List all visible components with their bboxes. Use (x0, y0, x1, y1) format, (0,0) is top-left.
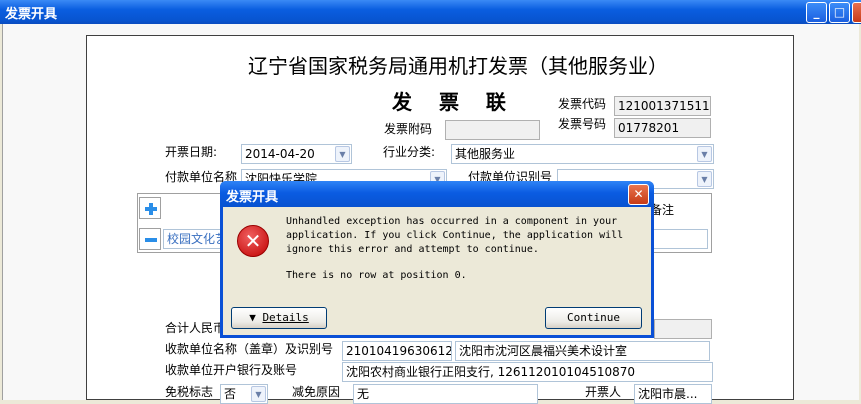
issuer-select[interactable]: 沈阳市晨... (634, 384, 712, 404)
tax-free-value: 否 (224, 387, 237, 401)
issuer-label: 开票人 (585, 385, 622, 399)
add-row-button[interactable] (139, 197, 161, 219)
industry-label: 行业分类: (383, 145, 436, 159)
details-button[interactable]: ▼ Details (231, 307, 327, 329)
invoice-title: 辽宁省国家税务局通用机打发票（其他服务业） (248, 54, 668, 78)
minimize-icon: _ (813, 5, 820, 19)
industry-value: 其他服务业 (455, 147, 516, 161)
dialog-body: ✕ Unhandled exception has occurred in a … (223, 207, 651, 335)
dialog-titlebar (220, 181, 654, 207)
window-title: 发票开具 (5, 7, 58, 22)
industry-select[interactable]: 其他服务业 ▼ (451, 144, 714, 164)
close-icon: ✕ (633, 187, 644, 201)
maximize-button[interactable]: □ (829, 2, 850, 23)
window-titlebar (0, 0, 861, 24)
payee-id-field[interactable]: 21010419630612... (342, 341, 452, 361)
chevron-down-icon[interactable]: ▼ (697, 171, 712, 187)
expand-triangle-icon: ▼ (249, 311, 263, 324)
tax-free-label: 免税标志 (165, 385, 214, 399)
invoice-code-label: 发票代码 (558, 97, 607, 111)
tax-free-select[interactable]: 否 ▼ (220, 384, 268, 404)
item-name-cell[interactable]: 校园文化艺 (163, 229, 223, 249)
attach-code-field[interactable] (445, 120, 540, 140)
chevron-down-icon[interactable]: ▼ (697, 146, 712, 162)
invoice-subtitle: 发 票 联 (392, 90, 516, 114)
details-label: Details (262, 311, 309, 324)
invoice-number-field[interactable]: 01778201 (614, 118, 711, 138)
continue-button[interactable]: Continue (545, 307, 642, 329)
dialog-close-button[interactable]: ✕ (628, 184, 649, 205)
reduce-reason-label: 减免原因 (292, 385, 341, 399)
minimize-button[interactable]: _ (806, 2, 827, 23)
error-detail: There is no row at position 0. (286, 270, 467, 281)
date-picker[interactable]: 2014-04-20 ▼ (241, 144, 352, 164)
remove-row-button[interactable] (139, 228, 161, 250)
total-label: 合计人民币 (165, 321, 226, 335)
note-field[interactable] (652, 229, 708, 249)
continue-label: Continue (567, 311, 620, 324)
chevron-down-icon[interactable]: ▼ (335, 146, 350, 162)
reduce-reason-field[interactable]: 无 (353, 384, 538, 404)
payee-label: 收款单位名称（盖章）及识别号 (165, 342, 334, 356)
date-label: 开票日期: (165, 145, 218, 159)
error-message: Unhandled exception has occurred in a co… (286, 216, 624, 255)
bank-field[interactable]: 沈阳农村商业银行正阳支行, 126112010104510870 (342, 362, 713, 382)
bank-label: 收款单位开户银行及账号 (165, 363, 298, 377)
error-dialog: 发票开具 ✕ ✕ Unhandled exception has occurre… (220, 181, 654, 338)
attach-code-label: 发票附码 (384, 122, 433, 136)
date-value: 2014-04-20 (245, 147, 315, 161)
payee-name-field[interactable]: 沈阳市沈河区晨福兴美术设计室 (455, 341, 710, 361)
error-icon: ✕ (237, 225, 269, 257)
minus-icon (145, 238, 157, 242)
invoice-code-field[interactable]: 121001371511 (614, 96, 711, 116)
total-field[interactable] (654, 319, 712, 339)
dialog-title: 发票开具 (226, 190, 279, 205)
invoice-number-label: 发票号码 (558, 117, 607, 131)
close-button[interactable] (852, 2, 861, 23)
issuer-value: 沈阳市晨... (638, 387, 698, 401)
maximize-icon: □ (833, 5, 846, 19)
